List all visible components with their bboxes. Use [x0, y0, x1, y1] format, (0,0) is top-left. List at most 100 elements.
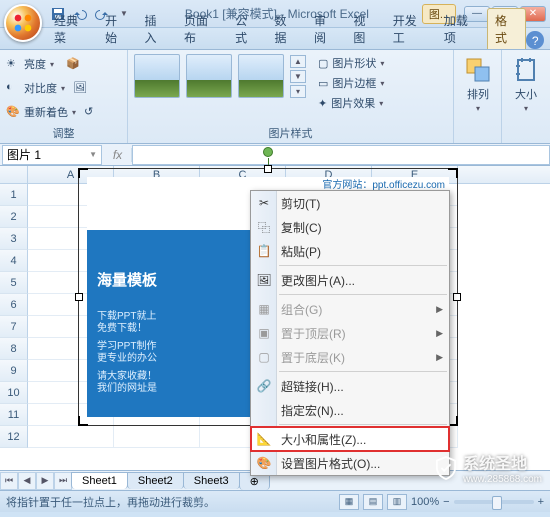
copy-icon: ⿻ [255, 218, 273, 236]
row-header[interactable]: 11 [0, 404, 28, 426]
ribbon-group-label-styles: 图片样式 [134, 123, 447, 141]
send-back-icon: ▢ [255, 348, 273, 366]
style-thumb[interactable] [186, 54, 232, 98]
row-header[interactable]: 12 [0, 426, 28, 448]
zoom-out-button[interactable]: − [443, 496, 449, 508]
resize-handle[interactable] [78, 416, 88, 426]
name-box[interactable]: 图片 1▼ [2, 145, 102, 165]
compress-icon[interactable]: 📦 [66, 57, 80, 71]
row-header[interactable]: 2 [0, 206, 28, 228]
row-header[interactable]: 9 [0, 360, 28, 382]
gallery-nav: ▲ ▼ ▾ [290, 55, 306, 98]
zoom-in-button[interactable]: + [538, 496, 544, 508]
sheet-nav-next-icon[interactable]: ▶ [36, 472, 54, 490]
style-thumb[interactable] [134, 54, 180, 98]
view-pagebreak-icon[interactable]: ▥ [387, 494, 407, 510]
picture-shape-button[interactable]: ▢图片形状▾ [316, 54, 386, 72]
ctx-bring-front: ▣置于顶层(R)▶ [251, 321, 449, 345]
tab-format[interactable]: 格式 [487, 8, 526, 49]
ribbon-tabs: 经典菜 开始 插入 页面布 公式 数据 审阅 视图 开发工 加载项 格式 ? [0, 28, 550, 50]
tab-data[interactable]: 数据 [267, 8, 306, 49]
contrast-button[interactable]: ◐对比度▾🖼 [6, 78, 87, 98]
formula-input[interactable] [132, 145, 550, 165]
view-pagelayout-icon[interactable]: ▤ [363, 494, 383, 510]
gallery-down-icon[interactable]: ▼ [290, 70, 306, 83]
zoom-slider[interactable] [454, 500, 534, 504]
picture-styles-gallery[interactable]: ▲ ▼ ▾ [134, 54, 306, 98]
ctx-cut[interactable]: ✂剪切(T) [251, 191, 449, 215]
hyperlink-icon: 🔗 [255, 377, 273, 395]
tab-review[interactable]: 审阅 [306, 8, 345, 49]
recolor-icon: 🎨 [6, 105, 20, 119]
select-all-corner[interactable] [0, 166, 28, 183]
ctx-size-properties[interactable]: 📐大小和属性(Z)... [251, 427, 449, 451]
sheet-nav-first-icon[interactable]: ⏮ [0, 472, 18, 490]
reset-picture-icon[interactable]: ↺ [84, 105, 98, 119]
resize-handle[interactable] [448, 168, 458, 178]
row-header[interactable]: 8 [0, 338, 28, 360]
ctx-hyperlink[interactable]: 🔗超链接(H)... [251, 374, 449, 398]
ctx-change-picture[interactable]: 🖼更改图片(A)... [251, 268, 449, 292]
zoom-level[interactable]: 100% [411, 496, 439, 508]
sheet-tab[interactable]: Sheet2 [127, 472, 184, 489]
rotate-handle[interactable] [263, 147, 273, 157]
row-header[interactable]: 3 [0, 228, 28, 250]
sheet-nav-last-icon[interactable]: ⏭ [54, 472, 72, 490]
picture-effects-button[interactable]: ✦图片效果▾ [316, 94, 386, 112]
picture-border-button[interactable]: ▭图片边框▾ [316, 74, 386, 92]
sheet-tab[interactable]: Sheet3 [183, 472, 240, 489]
resize-handle[interactable] [78, 168, 88, 178]
resize-handle[interactable] [453, 293, 461, 301]
contrast-icon: ◐ [6, 81, 20, 95]
tab-formulas[interactable]: 公式 [227, 8, 266, 49]
recolor-button[interactable]: 🎨重新着色▾↺ [6, 102, 98, 122]
office-button[interactable] [4, 4, 42, 42]
row-header[interactable]: 6 [0, 294, 28, 316]
ctx-assign-macro[interactable]: 指定宏(N)... [251, 398, 449, 422]
arrange-icon [464, 56, 492, 84]
paste-icon: 📋 [255, 242, 273, 260]
size-icon [512, 56, 540, 84]
row-header[interactable]: 1 [0, 184, 28, 206]
sheet-tab[interactable]: Sheet1 [71, 472, 128, 489]
brightness-icon: ☀ [6, 57, 20, 71]
tab-view[interactable]: 视图 [345, 8, 384, 49]
shield-icon [435, 456, 457, 480]
picture-text: 海量模板 [97, 269, 157, 290]
gallery-up-icon[interactable]: ▲ [290, 55, 306, 68]
row-header[interactable]: 5 [0, 272, 28, 294]
resize-handle[interactable] [264, 165, 272, 173]
row-header[interactable]: 7 [0, 316, 28, 338]
row-header[interactable]: 10 [0, 382, 28, 404]
gallery-more-icon[interactable]: ▾ [290, 85, 306, 98]
ctx-copy[interactable]: ⿻复制(C) [251, 215, 449, 239]
arrange-button[interactable]: 排列▾ [460, 54, 496, 115]
format-picture-icon: 🎨 [255, 454, 273, 472]
ctx-send-back: ▢置于底层(K)▶ [251, 345, 449, 369]
picture-border-icon: ▭ [318, 77, 328, 90]
row-header[interactable]: 4 [0, 250, 28, 272]
ribbon-group-adjust: ☀亮度▾📦 ◐对比度▾🖼 🎨重新着色▾↺ 调整 [0, 50, 128, 143]
help-button[interactable]: ? [526, 31, 544, 49]
status-bar: 将指针置于任一拉点上，再拖动进行裁剪。 ▦ ▤ ▥ 100% − + [0, 490, 550, 512]
resize-handle[interactable] [75, 293, 83, 301]
sheet-nav-prev-icon[interactable]: ◀ [18, 472, 36, 490]
ctx-format-picture[interactable]: 🎨设置图片格式(O)... [251, 451, 449, 475]
brightness-button[interactable]: ☀亮度▾📦 [6, 54, 80, 74]
ribbon-group-arrange: 排列▾ [454, 50, 502, 143]
size-button[interactable]: 大小▾ [508, 54, 544, 115]
style-thumb[interactable] [238, 54, 284, 98]
tab-insert[interactable]: 插入 [137, 8, 176, 49]
tab-developer[interactable]: 开发工 [385, 8, 436, 49]
tab-classic[interactable]: 经典菜 [46, 8, 97, 49]
tab-pagelayout[interactable]: 页面布 [176, 8, 227, 49]
picture-effects-icon: ✦ [318, 97, 327, 110]
fx-button[interactable]: fx [104, 148, 132, 162]
view-normal-icon[interactable]: ▦ [339, 494, 359, 510]
change-picture-icon[interactable]: 🖼 [73, 81, 87, 95]
ctx-paste[interactable]: 📋粘贴(P) [251, 239, 449, 263]
tab-addins[interactable]: 加载项 [436, 8, 487, 49]
bring-front-icon: ▣ [255, 324, 273, 342]
change-picture-icon: 🖼 [255, 271, 273, 289]
tab-home[interactable]: 开始 [97, 8, 136, 49]
